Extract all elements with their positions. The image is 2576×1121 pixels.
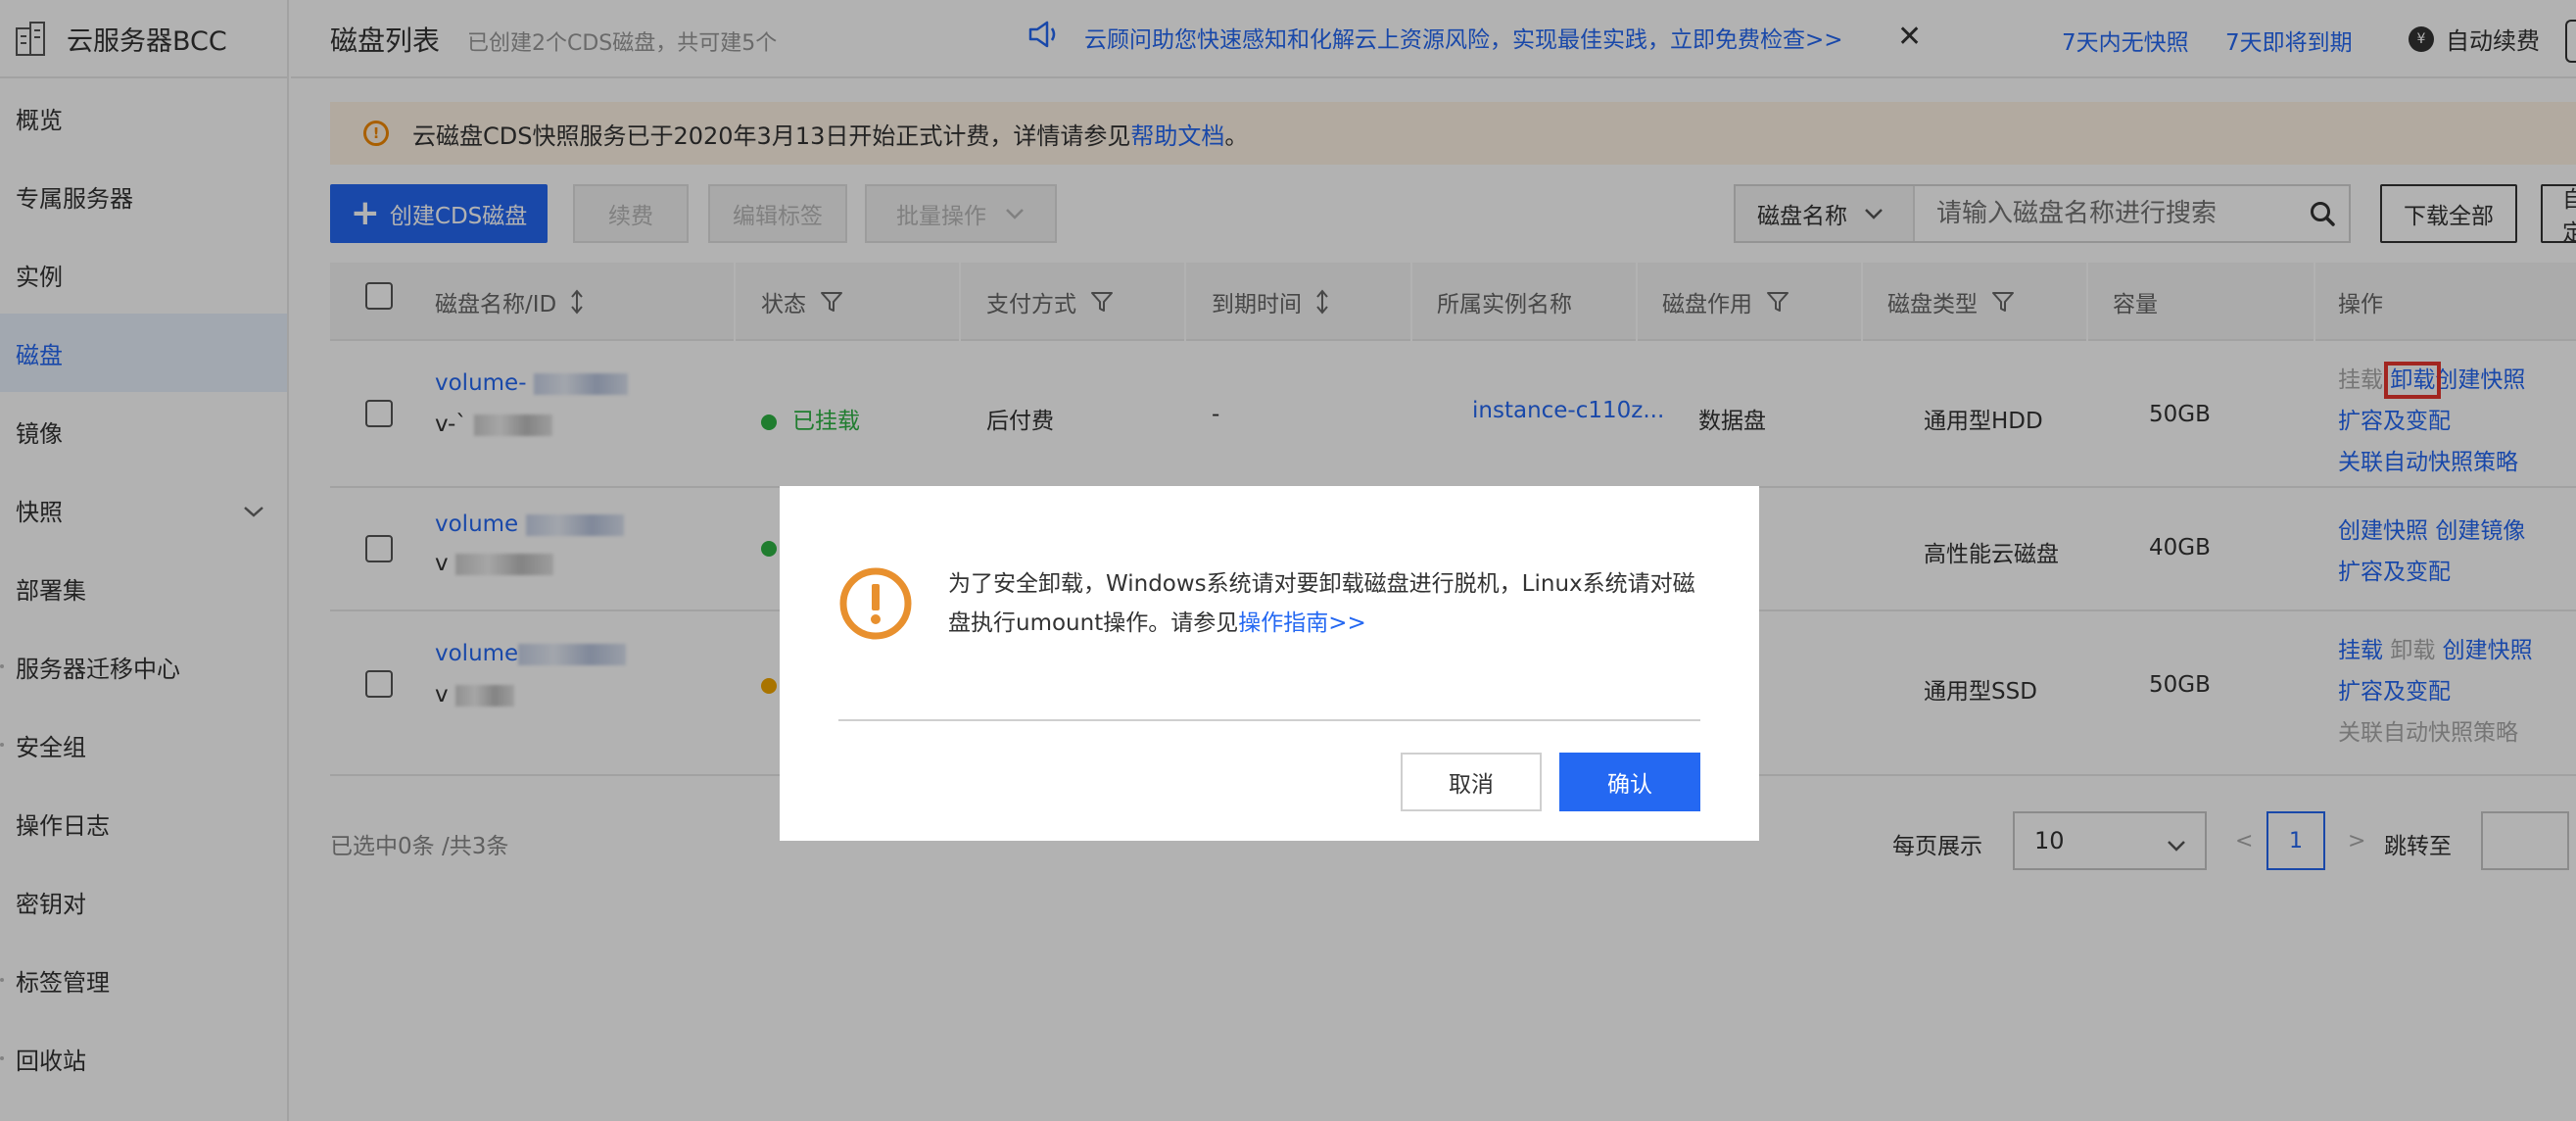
dialog-message: 为了安全卸载，Windows系统请对要卸载磁盘进行脱机，Linux系统请对磁盘执… (948, 564, 1712, 643)
confirm-button[interactable]: 确认 (1559, 753, 1700, 811)
operation-guide-link[interactable]: 操作指南>> (1238, 610, 1366, 636)
detach-confirm-dialog: 为了安全卸载，Windows系统请对要卸载磁盘进行脱机，Linux系统请对磁盘执… (780, 486, 1759, 841)
cancel-button[interactable]: 取消 (1401, 753, 1542, 811)
warning-icon (838, 566, 913, 647)
dialog-divider (838, 719, 1700, 721)
